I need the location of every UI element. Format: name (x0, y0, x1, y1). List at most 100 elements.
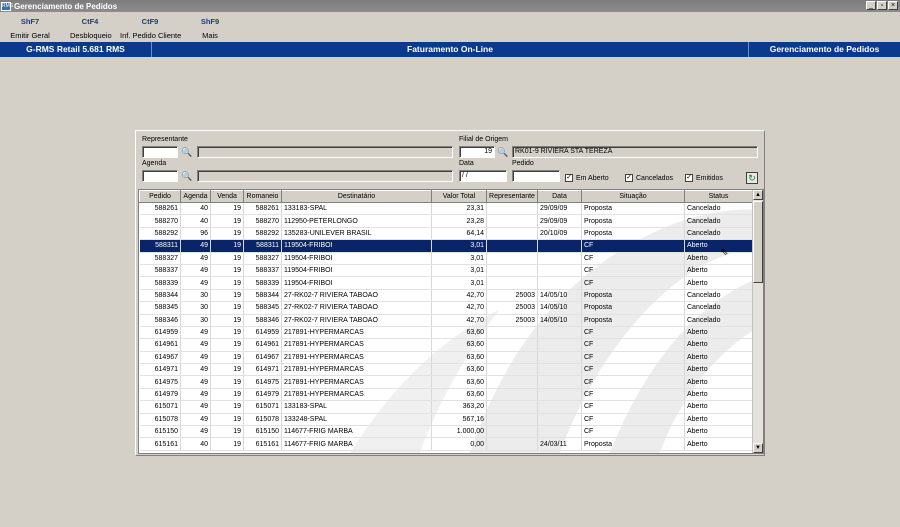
window-titlebar: RMS Gerenciamento de Pedidos _ ▫ × (0, 0, 900, 12)
table-cell: 63,60 (431, 351, 487, 365)
table-row[interactable]: 615078 49 19 615078 133248-SPAL 567,16 CF Abert… (139, 413, 753, 427)
emitir-geral-button[interactable]: ShF7 Emitir Geral (10, 17, 50, 40)
table-cell: 615071 (139, 400, 181, 414)
column-header[interactable]: Agenda (180, 190, 211, 203)
table-row[interactable]: 588344 30 19 588344 27-RK02-7 RIVIERA TABOAO… (139, 289, 753, 303)
cancelados-checkbox[interactable]: ✓ Cancelados (625, 174, 673, 182)
refresh-icon[interactable]: ↻ (746, 172, 758, 184)
table-cell: 63,60 (431, 338, 487, 352)
table-cell: 588337 (243, 264, 282, 278)
table-row[interactable]: 588311 49 19 588311 119504-FRIBOI 3,01 CF Abert… (139, 239, 753, 253)
table-row[interactable]: 588292 96 19 588292 135283-UNILEVER BRASIL 64… (139, 227, 753, 241)
emitidos-checkbox[interactable]: ✓ Emitidos (685, 174, 723, 182)
scrollbar-thumb[interactable] (753, 201, 763, 283)
table-row[interactable]: 615150 49 19 615150 114677-FRIG MARBA 1.000,0… (139, 425, 753, 439)
table-cell: 567,16 (431, 413, 487, 427)
table-cell: 588344 (243, 289, 282, 303)
filial-search-icon[interactable]: 🔍 (497, 146, 509, 158)
table-row[interactable]: 588346 30 19 588346 27-RK02-7 RIVIERA TABOAO… (139, 314, 753, 327)
table-cell: 30 (180, 289, 211, 303)
table-row[interactable]: 588261 40 19 588261 133183-SPAL 23,31 29/09/09… (139, 202, 753, 216)
column-header[interactable]: Representante (486, 190, 538, 203)
table-cell (486, 252, 538, 265)
column-header[interactable]: Situação (581, 190, 685, 203)
agenda-code-input[interactable] (142, 170, 178, 182)
table-cell: 29/09/09 (537, 202, 582, 216)
table-cell: 49 (180, 239, 211, 253)
filial-code-input[interactable]: 19 (459, 146, 495, 158)
function-toolbar: ShF7 Emitir Geral CtF4 Desbloqueio CtF9 … (0, 12, 900, 42)
table-cell: 588327 (139, 252, 181, 265)
table-row[interactable]: 615071 49 19 615071 133183-SPAL 363,20 CF Abert… (139, 400, 753, 414)
table-cell: 588311 (139, 239, 181, 253)
table-row[interactable]: 588345 30 19 588345 27-RK02-7 RIVIERA TABOAO… (139, 301, 753, 315)
table-cell: Aberto (684, 363, 753, 377)
vertical-scrollbar[interactable]: ▲ ▼ (752, 190, 763, 453)
table-cell (537, 388, 582, 402)
table-cell: 217891-HYPERMARCAS (281, 326, 432, 340)
inf-pedido-cliente-button[interactable]: CtF9 Inf. Pedido Cliente (120, 17, 182, 40)
table-cell: Proposta (581, 202, 685, 216)
table-cell: 64,14 (431, 227, 487, 241)
shortcut-key: CtF9 (141, 17, 159, 26)
em-aberto-checkbox[interactable]: ✓ Em Aberto (565, 174, 609, 182)
table-row[interactable]: 614971 49 19 614971 217891-HYPERMARCAS 63,60 C… (139, 363, 753, 377)
table-cell: Proposta (581, 289, 685, 303)
table-row[interactable]: 588337 49 19 588337 119504-FRIBOI 3,01 CF Abert… (139, 264, 753, 278)
table-cell: 19 (210, 239, 244, 253)
module-status-bar: G-RMS Retail 5.681 RMS Faturamento On-Li… (0, 42, 900, 57)
table-cell (486, 338, 538, 352)
column-header[interactable]: Romaneio (243, 190, 282, 203)
pedido-input[interactable] (512, 170, 560, 182)
table-cell: 42,70 (431, 301, 487, 315)
column-header[interactable]: Venda (210, 190, 244, 203)
table-cell: 217891-HYPERMARCAS (281, 363, 432, 377)
table-cell: 615150 (139, 425, 181, 439)
table-cell: 588337 (139, 264, 181, 278)
table-cell (537, 425, 582, 439)
table-cell: 19 (210, 301, 244, 315)
button-label: Inf. Pedido Cliente (120, 31, 182, 40)
table-cell (537, 375, 582, 389)
table-cell: 588339 (243, 276, 282, 290)
table-row[interactable]: 614979 49 19 614979 217891-HYPERMARCAS 63,60 C… (139, 388, 753, 402)
table-row[interactable]: 588339 49 19 588339 119504-FRIBOI 3,01 CF Abert… (139, 276, 753, 290)
table-cell: 588346 (139, 314, 181, 327)
table-row[interactable]: 614967 49 19 614967 217891-HYPERMARCAS 63,60 C… (139, 351, 753, 365)
column-header[interactable]: Status (684, 190, 753, 203)
table-cell: CF (581, 400, 685, 414)
table-cell: 217891-HYPERMARCAS (281, 388, 432, 402)
table-cell: Aberto (684, 437, 753, 451)
scroll-up-icon[interactable]: ▲ (753, 190, 763, 200)
column-header[interactable]: Valor Total (431, 190, 487, 203)
data-input[interactable]: / / (459, 170, 507, 182)
table-cell: Cancelado (684, 214, 753, 228)
table-row[interactable]: 615161 40 19 615161 114677-FRIG MARBA 0,00 24/… (139, 437, 753, 451)
table-cell: Proposta (581, 437, 685, 451)
desbloqueio-button[interactable]: CtF4 Desbloqueio (70, 17, 112, 40)
table-row[interactable]: 614959 49 19 614959 217891-HYPERMARCAS 63,60 C… (139, 326, 753, 340)
table-cell: 217891-HYPERMARCAS (281, 375, 432, 389)
table-cell: 19 (210, 289, 244, 303)
table-cell: 20/10/09 (537, 227, 582, 241)
restore-button[interactable]: ▫ (877, 1, 887, 10)
minimize-button[interactable]: _ (866, 1, 876, 10)
mais-button[interactable]: ShF9 Mais (195, 17, 225, 40)
column-header[interactable]: Data (537, 190, 582, 203)
scroll-down-icon[interactable]: ▼ (753, 443, 763, 453)
table-cell: Aberto (684, 413, 753, 427)
representante-search-icon[interactable]: 🔍 (181, 146, 193, 158)
table-row[interactable]: 614975 49 19 614975 217891-HYPERMARCAS 63,60 C… (139, 375, 753, 389)
agenda-search-icon[interactable]: 🔍 (181, 170, 193, 182)
table-cell: 19 (210, 276, 244, 290)
close-button[interactable]: × (888, 1, 898, 10)
column-header[interactable]: Destinatário (281, 190, 432, 203)
table-cell: 49 (180, 388, 211, 402)
table-row[interactable]: 588270 40 19 588270 112950-PETERLONGO 23,28 29… (139, 214, 753, 228)
table-row[interactable]: 588327 49 19 588327 119504-FRIBOI 3,01 CF Abert… (139, 252, 753, 265)
representante-code-input[interactable] (142, 146, 178, 158)
table-cell: 614961 (243, 338, 282, 352)
column-header[interactable]: Pedido (139, 190, 181, 203)
table-cell: 63,60 (431, 326, 487, 340)
table-row[interactable]: 614961 49 19 614961 217891-HYPERMARCAS 63,60 C… (139, 338, 753, 352)
